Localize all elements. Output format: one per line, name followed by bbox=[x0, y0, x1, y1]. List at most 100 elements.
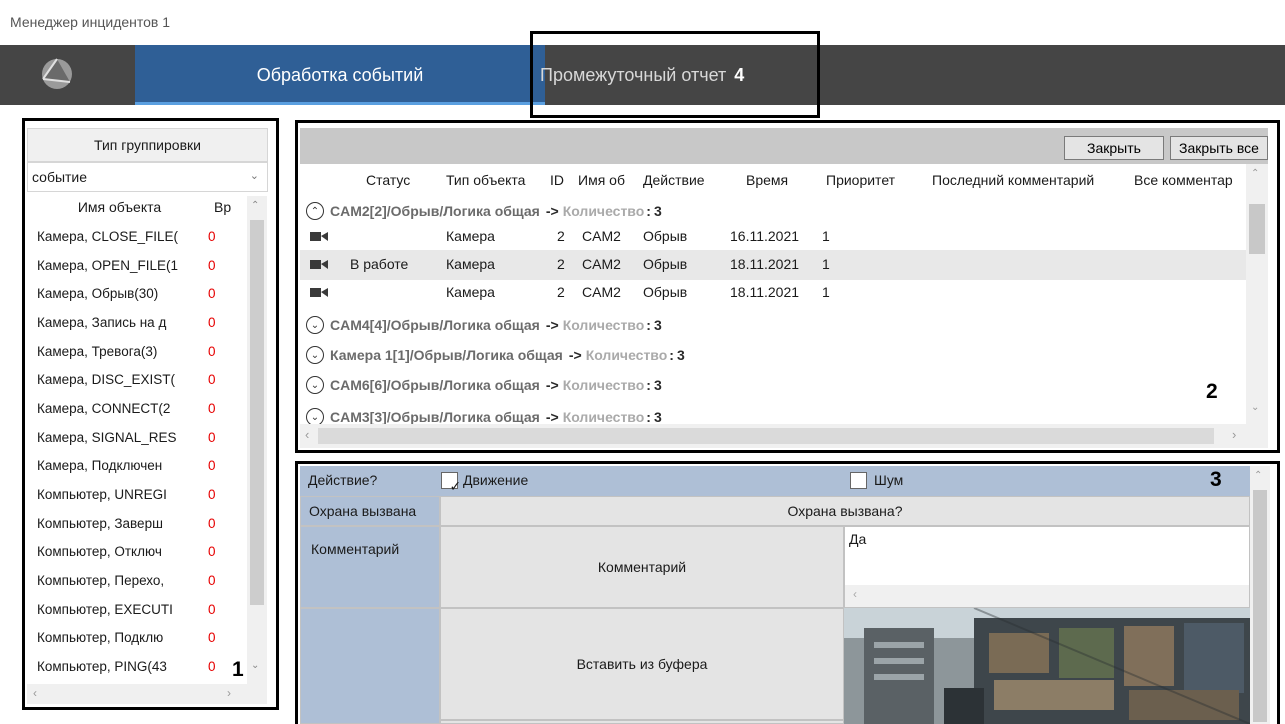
object-count: 0 bbox=[208, 630, 216, 646]
comment-field[interactable]: Да ‹ bbox=[844, 526, 1250, 608]
scroll-right-icon[interactable]: › bbox=[227, 686, 231, 700]
list-item[interactable]: Компьютер, Заверш 0 bbox=[27, 509, 247, 538]
list-item[interactable]: Камера, SIGNAL_RES 0 bbox=[27, 423, 247, 452]
comment-button-label: Комментарий bbox=[597, 559, 687, 575]
list-item[interactable]: Камера, Тревога(3) 0 bbox=[27, 337, 247, 366]
form-vertical-scrollbar[interactable]: ⌃ bbox=[1250, 466, 1270, 724]
expand-icon[interactable]: ⌄ bbox=[306, 376, 324, 394]
column-header-time[interactable]: Вр bbox=[212, 199, 252, 215]
table-row[interactable]: В работе Камера 2 CAM2 Обрыв 18.11.2021 … bbox=[300, 250, 1246, 280]
list-item[interactable]: Камера, Подключен 0 bbox=[27, 452, 247, 481]
group-name: CAM2[2]/Обрыв/Логика общая bbox=[330, 203, 540, 219]
table-row[interactable]: Камера 2 CAM2 Обрыв 16.11.2021 1 bbox=[300, 222, 1246, 252]
object-name: Камера, Подключен bbox=[37, 458, 163, 474]
tab-event-processing[interactable]: Обработка событий bbox=[135, 45, 545, 105]
next-button-edge[interactable] bbox=[440, 720, 844, 724]
list-item[interactable]: Компьютер, Перехо, 0 bbox=[27, 566, 247, 595]
cell-priority: 1 bbox=[822, 228, 830, 244]
object-name: Камера, Обрыв(30) bbox=[37, 286, 159, 302]
column-header-id[interactable]: ID bbox=[550, 172, 564, 188]
tab-label: Обработка событий bbox=[256, 64, 424, 85]
close-all-button[interactable]: Закрыть все bbox=[1170, 136, 1268, 160]
object-count: 0 bbox=[208, 487, 216, 503]
scroll-down-icon[interactable]: ⌄ bbox=[1251, 402, 1259, 413]
scrollbar-thumb[interactable] bbox=[1253, 490, 1267, 722]
column-header-all-comments[interactable]: Все комментар bbox=[1134, 172, 1233, 188]
close-button[interactable]: Закрыть bbox=[1064, 136, 1164, 160]
cell-action: Обрыв bbox=[643, 284, 688, 300]
scroll-right-icon[interactable]: › bbox=[1232, 427, 1236, 442]
column-header-object-type[interactable]: Тип объекта bbox=[446, 172, 525, 188]
list-item[interactable]: Компьютер, PING(43 0 bbox=[27, 652, 247, 681]
scroll-up-icon[interactable]: ⌃ bbox=[1251, 168, 1259, 179]
guard-called-button[interactable]: Охрана вызвана? bbox=[440, 496, 1250, 526]
guard-called-label: Охрана вызвана bbox=[309, 503, 417, 519]
scrollbar-thumb[interactable] bbox=[318, 428, 1214, 444]
events-vertical-scrollbar[interactable]: ⌃ ⌄ bbox=[1246, 164, 1268, 424]
app-logo-icon[interactable] bbox=[40, 57, 74, 91]
list-item[interactable]: Компьютер, Отключ 0 bbox=[27, 538, 247, 567]
cell-object-type: Камера bbox=[446, 284, 495, 300]
group-count: 3 bbox=[653, 377, 662, 393]
scrollbar-thumb[interactable] bbox=[250, 220, 264, 605]
event-group-row[interactable]: ⌄ CAM3[3]/Обрыв/Логика общая -> Количест… bbox=[306, 402, 1236, 424]
expand-icon[interactable]: ⌄ bbox=[306, 316, 324, 334]
events-horizontal-scrollbar[interactable]: ‹ › bbox=[300, 424, 1268, 448]
object-name: Компьютер, Отключ bbox=[37, 544, 162, 560]
scroll-up-icon[interactable]: ⌃ bbox=[251, 200, 259, 211]
scrollbar-thumb[interactable] bbox=[1249, 204, 1265, 254]
column-header-priority[interactable]: Приоритет bbox=[826, 172, 895, 188]
movement-checkbox[interactable]: ✓ bbox=[441, 472, 461, 494]
column-header-action[interactable]: Действие bbox=[643, 172, 705, 188]
noise-checkbox[interactable] bbox=[850, 472, 867, 489]
group-arrow: -> bbox=[545, 203, 559, 219]
column-header-object-name[interactable]: Имя объекта bbox=[27, 199, 212, 215]
list-item[interactable]: Компьютер, UNREGI 0 bbox=[27, 480, 247, 509]
expand-icon[interactable]: ⌄ bbox=[306, 408, 324, 424]
cell-id: 2 bbox=[557, 284, 565, 300]
comment-button[interactable]: Комментарий bbox=[440, 526, 844, 608]
action-label: Действие? bbox=[308, 472, 378, 488]
object-list-vertical-scrollbar[interactable]: ⌃ ⌄ bbox=[247, 196, 267, 684]
column-header-time[interactable]: Время bbox=[746, 172, 788, 188]
list-item[interactable]: Камера, CONNECT(2 0 bbox=[27, 394, 247, 423]
event-group-row[interactable]: ⌄ Камера 1[1]/Обрыв/Логика общая -> Коли… bbox=[306, 340, 1236, 370]
event-group-row[interactable]: ⌄ CAM4[4]/Обрыв/Логика общая -> Количест… bbox=[306, 310, 1236, 340]
scroll-left-icon[interactable]: ‹ bbox=[305, 427, 309, 442]
list-item[interactable]: Камера, Обрыв(30) 0 bbox=[27, 279, 247, 308]
list-item[interactable]: Компьютер, Подклю 0 bbox=[27, 624, 247, 653]
chevron-down-icon: ⌄ bbox=[249, 170, 259, 182]
collapse-icon[interactable]: ⌃ bbox=[306, 202, 324, 220]
list-item[interactable]: Камера, CLOSE_FILE(0 bbox=[27, 222, 247, 251]
list-item[interactable]: Камера, DISC_EXIST(0 bbox=[27, 365, 247, 394]
scroll-left-icon[interactable]: ‹ bbox=[853, 587, 857, 601]
camera-icon bbox=[310, 260, 328, 269]
expand-icon[interactable]: ⌄ bbox=[306, 346, 324, 364]
group-name: CAM4[4]/Обрыв/Логика общая bbox=[330, 317, 540, 333]
scroll-left-icon[interactable]: ‹ bbox=[33, 686, 37, 700]
object-list-horizontal-scrollbar[interactable]: ‹ › bbox=[27, 684, 267, 704]
grouping-type-select[interactable]: событие ⌄ bbox=[27, 162, 268, 192]
column-header-object-name[interactable]: Имя об bbox=[578, 172, 625, 188]
list-item[interactable]: Компьютер, EXECUTI 0 bbox=[27, 595, 247, 624]
table-row[interactable]: Камера 2 CAM2 Обрыв 18.11.2021 1 bbox=[300, 278, 1246, 308]
object-name: Камера, CONNECT(2 bbox=[37, 400, 171, 416]
annotation-number-3: 3 bbox=[1210, 468, 1222, 491]
object-count: 0 bbox=[208, 257, 216, 273]
tab-interim-report[interactable]: Промежуточный отчет 4 bbox=[540, 45, 800, 105]
scroll-up-icon[interactable]: ⌃ bbox=[1254, 470, 1262, 481]
column-header-last-comment[interactable]: Последний комментарий bbox=[932, 172, 1094, 188]
object-count: 0 bbox=[208, 429, 216, 445]
list-item[interactable]: Камера, OPEN_FILE(1 0 bbox=[27, 251, 247, 280]
scroll-down-icon[interactable]: ⌄ bbox=[251, 660, 259, 671]
column-header-status[interactable]: Статус bbox=[366, 172, 410, 188]
object-name: Камера, Запись на д bbox=[37, 314, 167, 330]
event-group-row[interactable]: ⌄ CAM6[6]/Обрыв/Логика общая -> Количест… bbox=[306, 370, 1236, 400]
paste-from-clipboard-button[interactable]: Вставить из буфера bbox=[440, 608, 844, 720]
list-item[interactable]: Камера, Запись на д 0 bbox=[27, 308, 247, 337]
comment-horizontal-scrollbar[interactable]: ‹ bbox=[845, 585, 1249, 607]
object-name: Компьютер, EXECUTI bbox=[37, 601, 173, 617]
group-count-label: Количество bbox=[585, 347, 668, 363]
check-icon: ✓ bbox=[449, 478, 462, 494]
cell-object-name: CAM2 bbox=[582, 284, 621, 300]
